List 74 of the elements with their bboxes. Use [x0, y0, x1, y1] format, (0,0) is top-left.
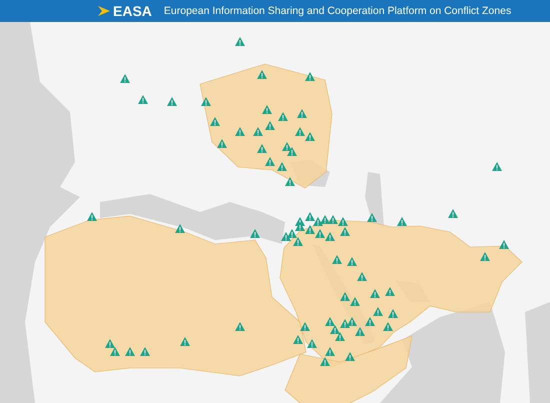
warning-icon[interactable] [492, 162, 502, 171]
warning-icon[interactable] [278, 112, 288, 121]
warning-icon[interactable] [281, 232, 291, 241]
warning-icon[interactable] [201, 97, 211, 106]
warning-icon[interactable] [282, 142, 292, 151]
warning-icon[interactable] [305, 132, 315, 141]
warning-icon[interactable] [175, 224, 185, 233]
warning-icon[interactable] [350, 297, 360, 306]
warning-icon[interactable] [370, 289, 380, 298]
warning-icon[interactable] [320, 215, 330, 224]
warning-icon[interactable] [300, 322, 310, 331]
warning-icon[interactable] [325, 232, 335, 241]
warning-icon[interactable] [265, 157, 275, 166]
logo-text: EASA [113, 3, 152, 19]
warning-icon[interactable] [257, 70, 267, 79]
warning-icon[interactable] [388, 309, 398, 318]
warning-icon[interactable] [265, 121, 275, 130]
warning-icon[interactable] [355, 327, 365, 336]
warning-icon[interactable] [335, 332, 345, 341]
warning-icon[interactable] [385, 287, 395, 296]
warning-icon[interactable] [305, 225, 315, 234]
warning-icon[interactable] [250, 229, 260, 238]
warning-icon[interactable] [347, 257, 357, 266]
warning-icon[interactable] [140, 347, 150, 356]
warning-icon[interactable] [305, 212, 315, 221]
warning-icon[interactable] [138, 95, 148, 104]
warning-icon[interactable] [217, 139, 227, 148]
warning-icon[interactable] [347, 317, 357, 326]
warning-icon[interactable] [320, 357, 330, 366]
warning-icon[interactable] [287, 147, 297, 156]
warning-icon[interactable] [328, 215, 338, 224]
warning-icon[interactable] [235, 37, 245, 46]
warning-icon[interactable] [340, 292, 350, 301]
warning-icon[interactable] [332, 255, 342, 264]
warning-icon[interactable] [499, 240, 509, 249]
warning-icon[interactable] [373, 307, 383, 316]
warning-icon[interactable] [293, 335, 303, 344]
chevron-logo-icon [98, 6, 110, 16]
warning-icon[interactable] [253, 127, 263, 136]
warning-icon[interactable] [87, 212, 97, 221]
warning-icon[interactable] [305, 72, 315, 81]
warning-icon[interactable] [295, 222, 305, 231]
warning-icon[interactable] [325, 347, 335, 356]
page-title: European Information Sharing and Cooperation Platform on Conflict Zones [164, 5, 512, 17]
warning-icon[interactable] [365, 317, 375, 326]
warning-icon[interactable] [257, 144, 267, 153]
warning-icon[interactable] [383, 322, 393, 331]
warning-icon[interactable] [330, 325, 340, 334]
warning-icon[interactable] [397, 217, 407, 226]
warning-icon[interactable] [120, 74, 130, 83]
warning-icon[interactable] [167, 97, 177, 106]
warning-icon[interactable] [480, 252, 490, 261]
warning-icon[interactable] [448, 209, 458, 218]
warning-icon[interactable] [340, 227, 350, 236]
warning-icon[interactable] [262, 105, 272, 114]
warning-icon[interactable] [325, 317, 335, 326]
warning-icon[interactable] [125, 347, 135, 356]
warning-icon[interactable] [285, 177, 295, 186]
warning-icon[interactable] [315, 229, 325, 238]
warning-icon[interactable] [307, 339, 317, 348]
warning-icon[interactable] [235, 322, 245, 331]
warning-icon[interactable] [180, 337, 190, 346]
warning-icon[interactable] [357, 272, 367, 281]
warning-icon[interactable] [105, 339, 115, 348]
warning-icon[interactable] [338, 217, 348, 226]
warning-icon[interactable] [277, 162, 287, 171]
warning-icon[interactable] [293, 237, 303, 246]
warning-icon[interactable] [367, 213, 377, 222]
warning-icon[interactable] [295, 127, 305, 136]
warning-icon[interactable] [110, 347, 120, 356]
warning-icon[interactable] [297, 109, 307, 118]
warning-icon[interactable] [210, 117, 220, 126]
warning-icon[interactable] [345, 352, 355, 361]
warning-icon[interactable] [235, 127, 245, 136]
